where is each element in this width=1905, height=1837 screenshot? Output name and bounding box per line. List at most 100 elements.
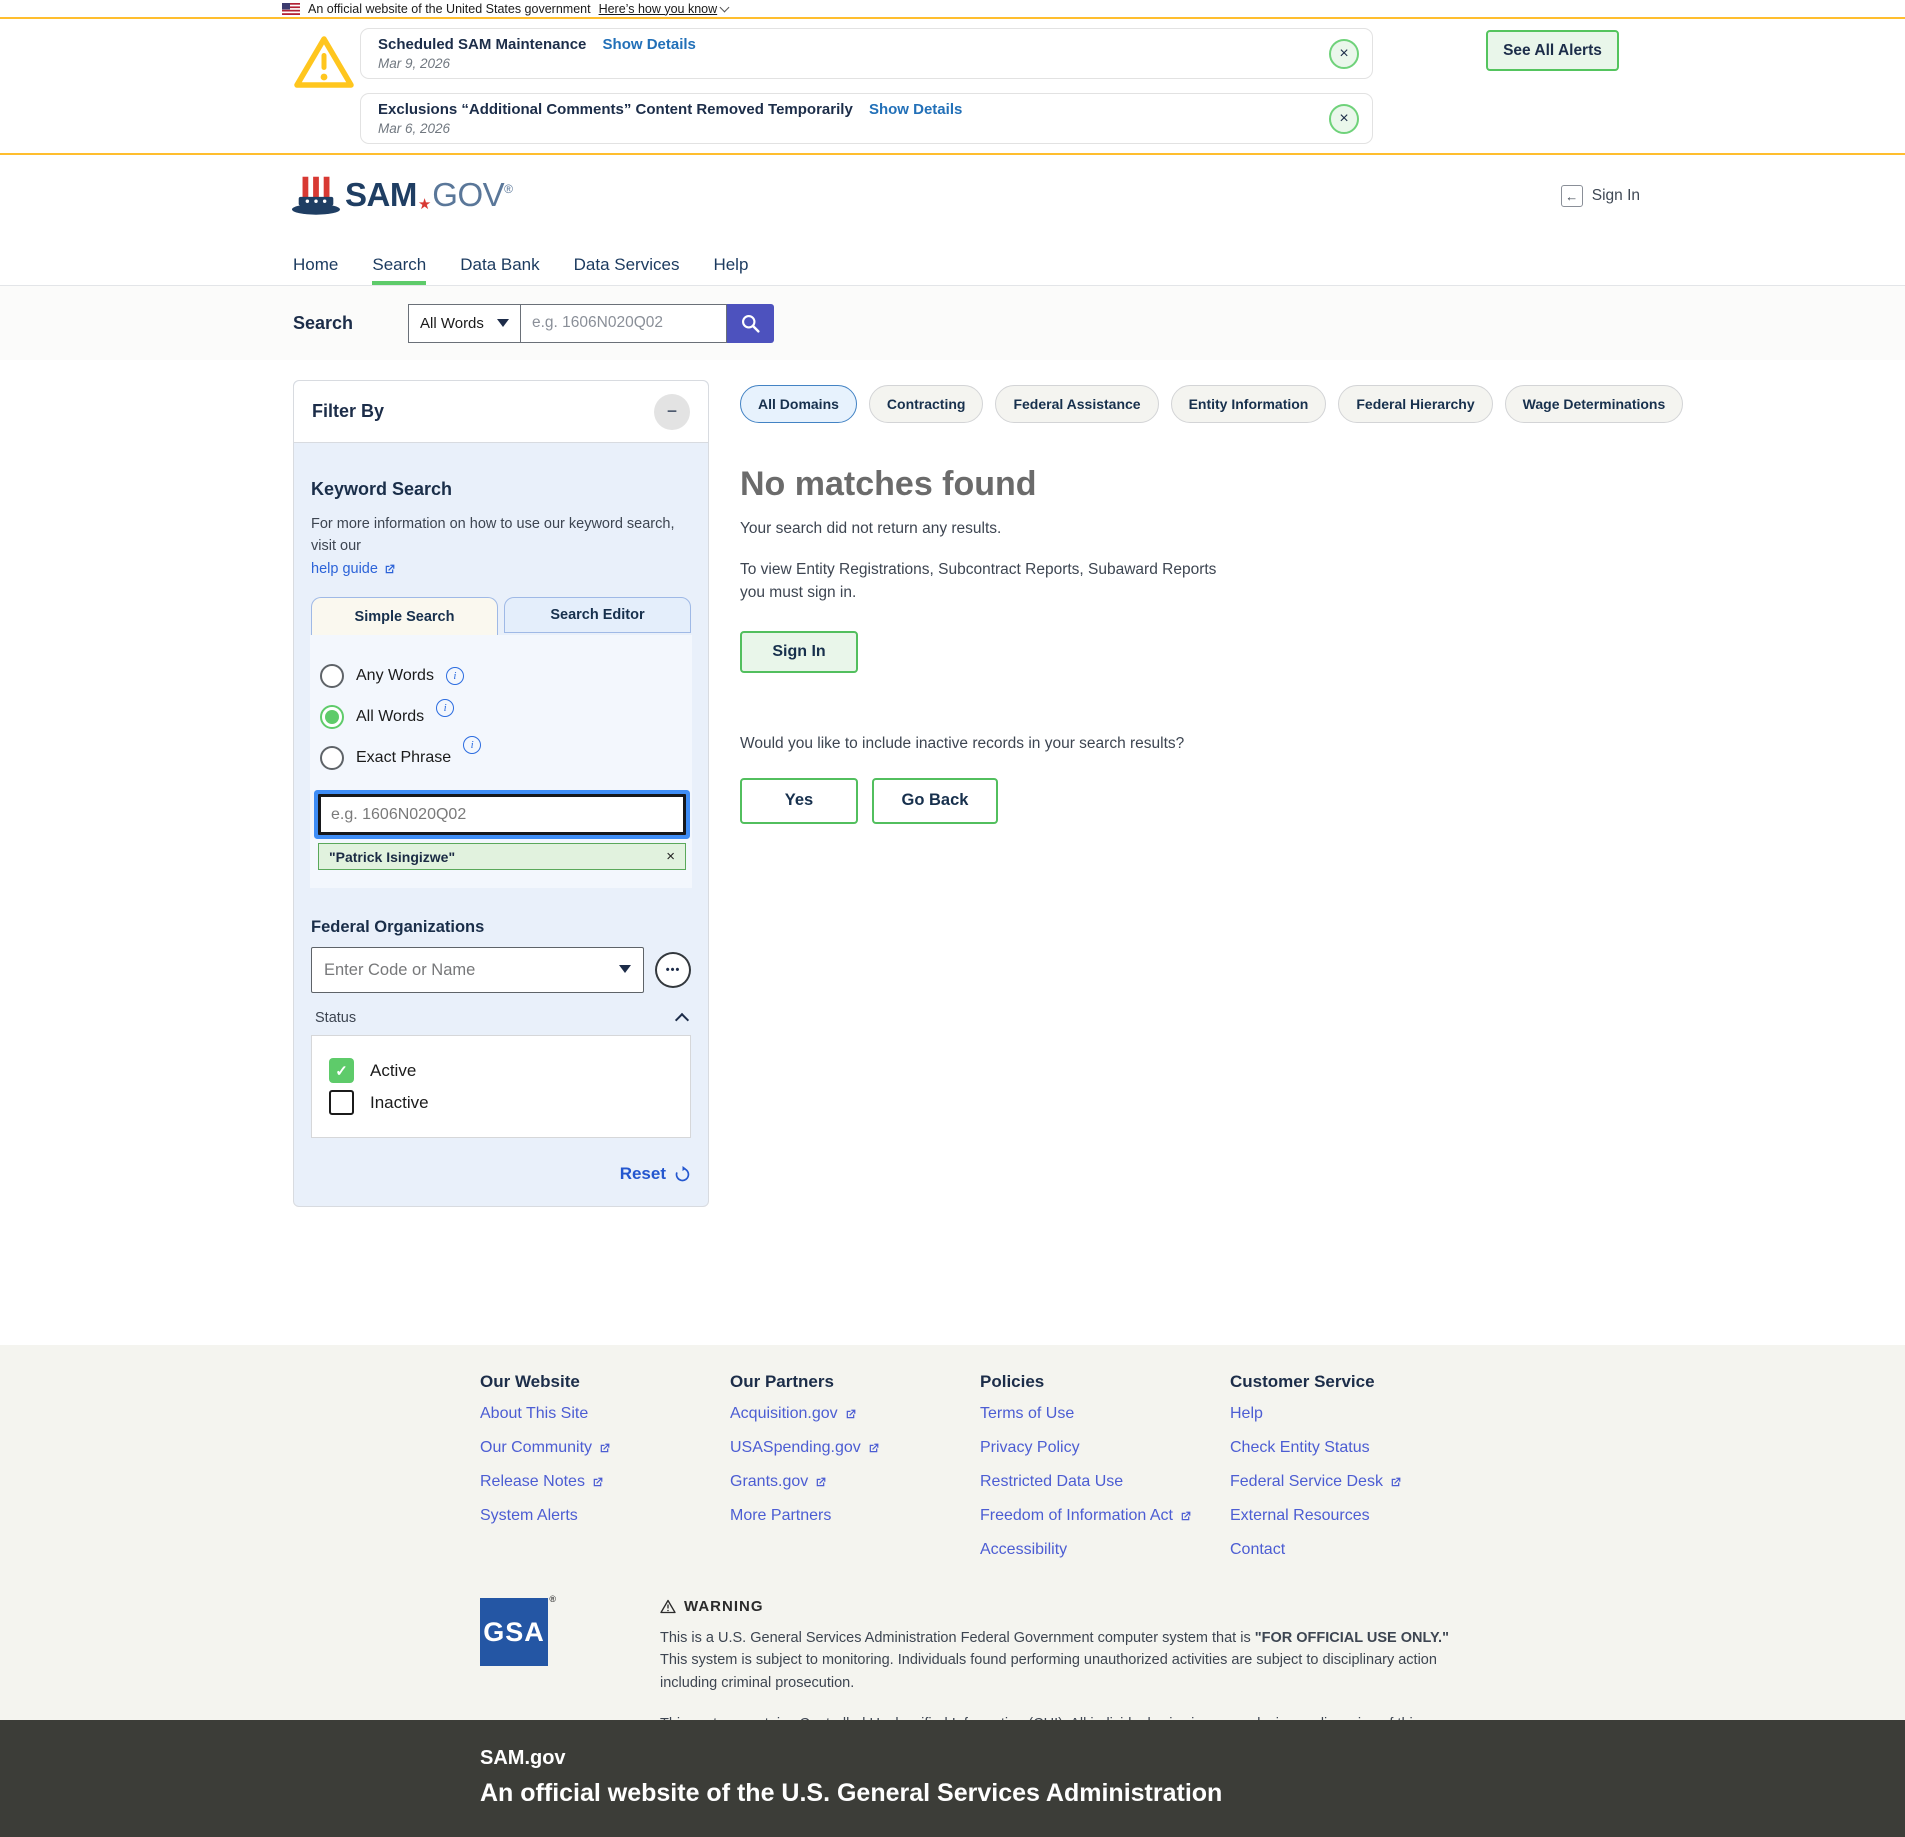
- nav-item-data-services[interactable]: Data Services: [574, 245, 680, 285]
- footer-link-contact[interactable]: Contact: [1230, 1542, 1480, 1558]
- nav-item-data-bank[interactable]: Data Bank: [460, 245, 539, 285]
- help-guide-link[interactable]: help guide: [311, 558, 396, 580]
- dropdown-caret-icon[interactable]: [619, 965, 631, 973]
- alert-close-button[interactable]: ×: [1329, 104, 1359, 134]
- alert-show-details-link[interactable]: Show Details: [869, 101, 962, 118]
- footer-link-foia[interactable]: Freedom of Information Act: [980, 1508, 1230, 1524]
- simple-search-panel: Any Words i All Words i Exact Phrase i: [310, 635, 692, 888]
- footer-link-terms-of-use[interactable]: Terms of Use: [980, 1406, 1230, 1422]
- search-mode-select[interactable]: All Words: [408, 304, 521, 343]
- more-options-button[interactable]: •••: [655, 952, 691, 988]
- radio-any-words[interactable]: [320, 664, 344, 688]
- logo-star-icon: ★: [418, 195, 431, 213]
- alert-title: Scheduled SAM Maintenance: [378, 36, 586, 53]
- site-title: SAM.gov: [480, 1747, 1905, 1770]
- footer-link-grants-gov[interactable]: Grants.gov: [730, 1474, 980, 1490]
- footer-link-check-entity-status[interactable]: Check Entity Status: [1230, 1440, 1480, 1456]
- footer-link-system-alerts[interactable]: System Alerts: [480, 1508, 730, 1524]
- chevron-down-icon: [720, 2, 730, 12]
- footer-link-usaspending-gov[interactable]: USASpending.gov: [730, 1440, 980, 1456]
- nav-item-search[interactable]: Search: [372, 245, 426, 285]
- footer-link-restricted-data-use[interactable]: Restricted Data Use: [980, 1474, 1230, 1490]
- external-link-icon: [383, 563, 396, 576]
- nav-item-help[interactable]: Help: [713, 245, 748, 285]
- footer-link-about-this-site[interactable]: About This Site: [480, 1406, 730, 1422]
- org-code-input[interactable]: [311, 947, 644, 993]
- footer-column-heading: Policies: [980, 1372, 1230, 1392]
- tab-search-editor[interactable]: Search Editor: [504, 597, 691, 633]
- checkbox-inactive[interactable]: [329, 1090, 354, 1115]
- info-icon[interactable]: i: [463, 736, 481, 754]
- checkbox-active[interactable]: ✓: [329, 1058, 354, 1083]
- footer-column-our-website: Our Website About This Site Our Communit…: [480, 1372, 730, 1576]
- footer-link-help[interactable]: Help: [1230, 1406, 1480, 1422]
- identity-footer: SAM.gov An official website of the U.S. …: [0, 1720, 1905, 1837]
- footer-link-external-resources[interactable]: External Resources: [1230, 1508, 1480, 1524]
- logo-text-sam: SAM: [345, 176, 417, 214]
- radio-row-exact-phrase: Exact Phrase i: [320, 746, 688, 770]
- footer-link-our-community[interactable]: Our Community: [480, 1440, 730, 1456]
- nav-item-home[interactable]: Home: [293, 245, 338, 285]
- search-band: Search All Words: [0, 286, 1905, 360]
- alert-close-button[interactable]: ×: [1329, 39, 1359, 69]
- site-footer: Our Website About This Site Our Communit…: [0, 1345, 1905, 1720]
- go-back-button[interactable]: Go Back: [872, 778, 998, 824]
- keyword-input[interactable]: [318, 794, 686, 835]
- footer-column-our-partners: Our Partners Acquisition.gov USASpending…: [730, 1372, 980, 1576]
- keyword-search-heading: Keyword Search: [311, 479, 691, 500]
- external-link-icon: [814, 1476, 827, 1489]
- search-input[interactable]: [521, 304, 727, 343]
- domain-tab-all-domains[interactable]: All Domains: [740, 385, 857, 423]
- collapse-filter-button[interactable]: −: [654, 394, 690, 430]
- external-link-icon: [844, 1408, 857, 1421]
- search-submit-button[interactable]: [727, 304, 774, 343]
- chevron-up-icon[interactable]: [675, 1013, 689, 1027]
- warning-heading: WARNING: [684, 1598, 764, 1615]
- results-message: Your search did not return any results.: [740, 520, 1580, 538]
- info-icon[interactable]: i: [436, 699, 454, 717]
- domain-tab-federal-hierarchy[interactable]: Federal Hierarchy: [1338, 385, 1492, 423]
- logo-trademark: ®: [504, 182, 513, 196]
- no-matches-heading: No matches found: [740, 465, 1580, 504]
- arrow-left-icon: ←: [1561, 185, 1583, 207]
- yes-button[interactable]: Yes: [740, 778, 858, 824]
- gov-banner-text: An official website of the United States…: [308, 2, 591, 16]
- footer-link-accessibility[interactable]: Accessibility: [980, 1542, 1230, 1558]
- sign-in-button[interactable]: Sign In: [740, 631, 858, 673]
- domain-tab-federal-assistance[interactable]: Federal Assistance: [995, 385, 1158, 423]
- footer-link-federal-service-desk[interactable]: Federal Service Desk: [1230, 1474, 1480, 1490]
- close-icon: ×: [1339, 110, 1348, 127]
- footer-link-privacy-policy[interactable]: Privacy Policy: [980, 1440, 1230, 1456]
- tab-simple-search[interactable]: Simple Search: [311, 597, 498, 635]
- keyword-info-text: For more information on how to use our k…: [311, 513, 691, 580]
- sign-in-link[interactable]: ← Sign In: [1561, 185, 1640, 207]
- sam-logo[interactable]: SAM ★ GOV ®: [291, 173, 513, 217]
- content-area: Filter By − Keyword Search For more info…: [0, 360, 1905, 1345]
- alert-card: Scheduled SAM Maintenance Show Details M…: [360, 28, 1373, 79]
- footer-link-release-notes[interactable]: Release Notes: [480, 1474, 730, 1490]
- radio-exact-phrase[interactable]: [320, 746, 344, 770]
- tag-remove-icon[interactable]: ×: [666, 848, 675, 865]
- refresh-icon[interactable]: [674, 1166, 691, 1183]
- footer-link-acquisition-gov[interactable]: Acquisition.gov: [730, 1406, 980, 1422]
- reset-button[interactable]: Reset: [620, 1164, 666, 1184]
- site-subtitle: An official website of the U.S. General …: [480, 1779, 1905, 1808]
- footer-column-heading: Our Partners: [730, 1372, 980, 1392]
- alert-date: Mar 9, 2026: [378, 56, 1302, 71]
- radio-all-words[interactable]: [320, 705, 344, 729]
- see-all-alerts-button[interactable]: See All Alerts: [1486, 30, 1619, 71]
- info-icon[interactable]: i: [446, 667, 464, 685]
- domain-tab-entity-information[interactable]: Entity Information: [1171, 385, 1327, 423]
- warning-triangle-icon: [292, 33, 356, 91]
- status-option-active: ✓ Active: [329, 1058, 673, 1083]
- footer-column-heading: Customer Service: [1230, 1372, 1480, 1392]
- filter-panel: Filter By − Keyword Search For more info…: [293, 380, 709, 1207]
- footer-link-more-partners[interactable]: More Partners: [730, 1508, 980, 1524]
- domain-tab-wage-determinations[interactable]: Wage Determinations: [1505, 385, 1684, 423]
- how-you-know-link[interactable]: Here’s how you know: [599, 2, 729, 16]
- gsa-trademark: ®: [549, 1594, 557, 1604]
- status-option-inactive: Inactive: [329, 1090, 673, 1115]
- status-filter-box: ✓ Active Inactive: [311, 1035, 691, 1138]
- alert-show-details-link[interactable]: Show Details: [603, 36, 696, 53]
- domain-tab-contracting[interactable]: Contracting: [869, 385, 984, 423]
